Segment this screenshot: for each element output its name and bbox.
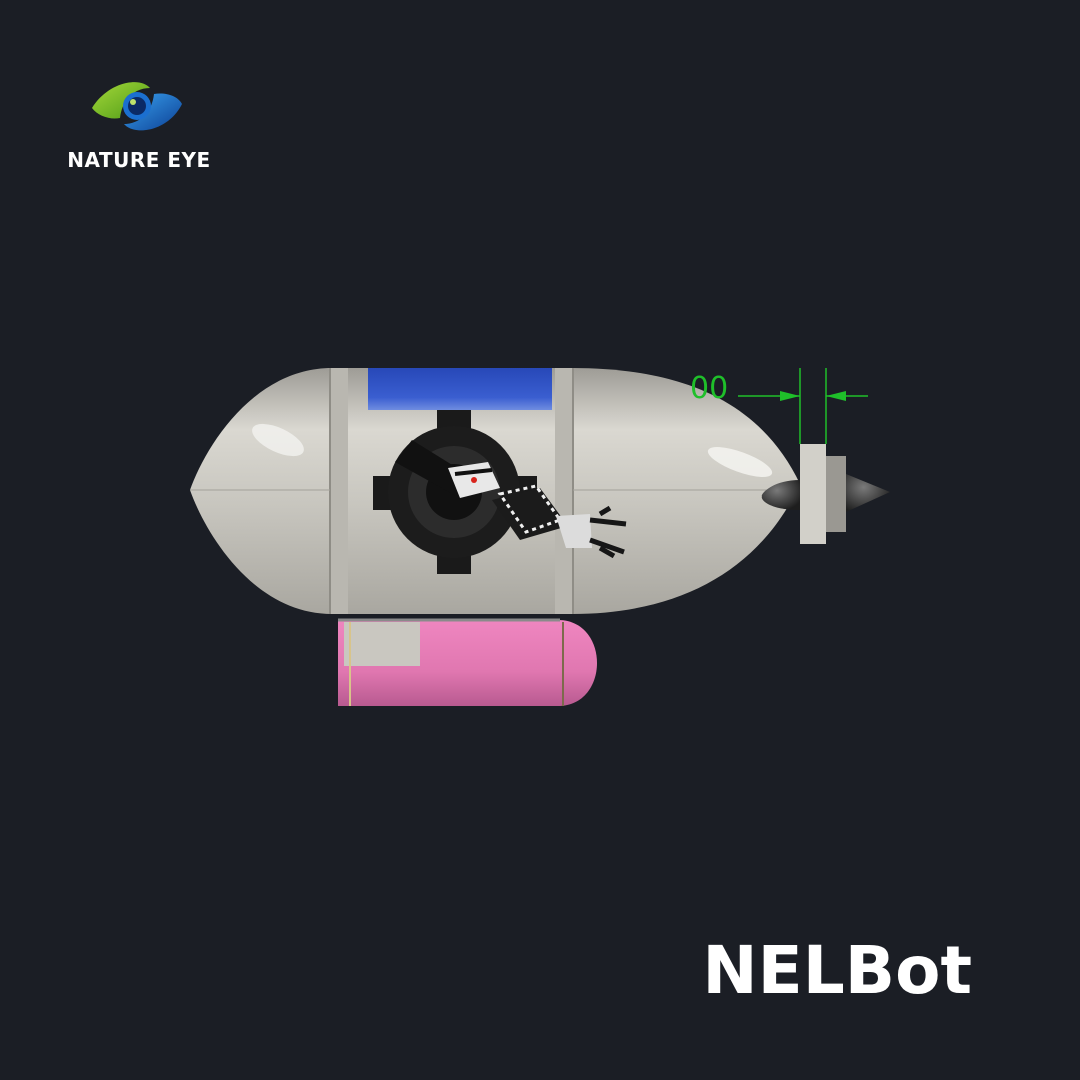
product-title: NELBot <box>702 932 972 1009</box>
battery-pod <box>338 618 597 706</box>
dimension-label: 00 <box>690 371 728 406</box>
nelbot-render: 00 <box>190 368 890 706</box>
top-panel <box>368 368 552 410</box>
